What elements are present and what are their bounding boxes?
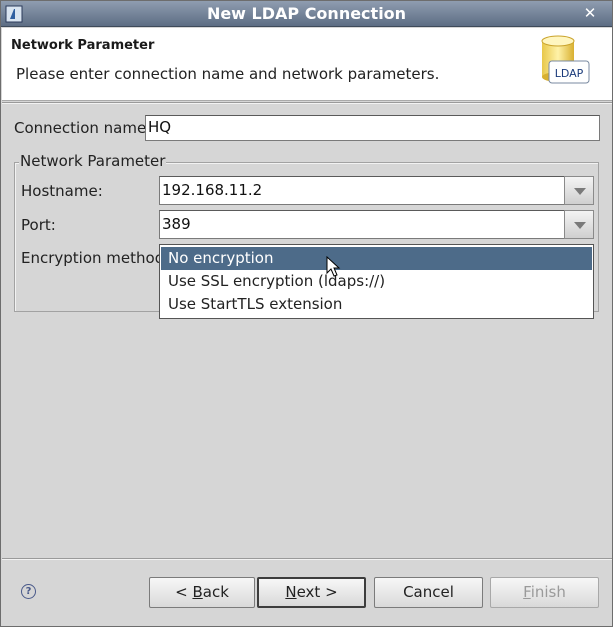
hostname-dropdown-button[interactable]	[564, 176, 594, 205]
page-title: Network Parameter	[11, 38, 155, 53]
wizard-header: Network Parameter Please enter connectio…	[2, 28, 612, 101]
encryption-option-ssl[interactable]: Use SSL encryption (ldaps://)	[161, 270, 592, 293]
back-button-label-post: ack	[202, 583, 229, 601]
hostname-label: Hostname:	[21, 182, 103, 200]
close-icon[interactable]: ✕	[582, 5, 598, 21]
connection-name-input[interactable]: HQ	[145, 115, 600, 141]
title-bar: New LDAP Connection ✕	[1, 1, 612, 27]
header-separator	[2, 102, 612, 104]
encryption-method-label: Encryption method:	[21, 249, 170, 267]
next-button-mnemonic: N	[285, 583, 297, 601]
finish-button-mnemonic: F	[523, 583, 531, 601]
encryption-option-starttls[interactable]: Use StartTLS extension	[161, 293, 592, 316]
back-button[interactable]: < Back	[149, 577, 255, 608]
new-ldap-connection-dialog: New LDAP Connection ✕ Network Parameter …	[0, 0, 613, 627]
port-dropdown-button[interactable]	[564, 210, 594, 239]
window-title: New LDAP Connection	[206, 4, 407, 23]
back-button-label-pre: <	[175, 583, 193, 601]
help-icon[interactable]: ?	[21, 584, 36, 599]
ldap-database-icon: LDAP	[541, 35, 590, 84]
hostname-input[interactable]: 192.168.11.2	[159, 176, 565, 205]
ldap-icon-label: LDAP	[555, 67, 584, 80]
finish-button-label-post: inish	[530, 583, 566, 601]
connection-name-label: Connection name:	[14, 119, 152, 137]
footer-separator	[2, 558, 612, 560]
cancel-button[interactable]: Cancel	[374, 577, 483, 608]
back-button-mnemonic: B	[192, 583, 203, 601]
chevron-down-icon	[574, 222, 586, 229]
finish-button[interactable]: Finish	[490, 577, 599, 608]
encryption-option-no-encryption[interactable]: No encryption	[161, 247, 592, 270]
network-parameter-group-title: Network Parameter	[19, 152, 167, 170]
mouse-pointer-icon	[326, 256, 341, 277]
next-button-label-post: ext >	[296, 583, 338, 601]
page-description: Please enter connection name and network…	[16, 65, 440, 83]
encryption-method-dropdown-list[interactable]: No encryption Use SSL encryption (ldaps:…	[159, 244, 594, 319]
next-button[interactable]: Next >	[257, 577, 366, 608]
port-label: Port:	[21, 216, 56, 234]
chevron-down-icon	[574, 188, 586, 195]
port-input[interactable]: 389	[159, 210, 565, 239]
